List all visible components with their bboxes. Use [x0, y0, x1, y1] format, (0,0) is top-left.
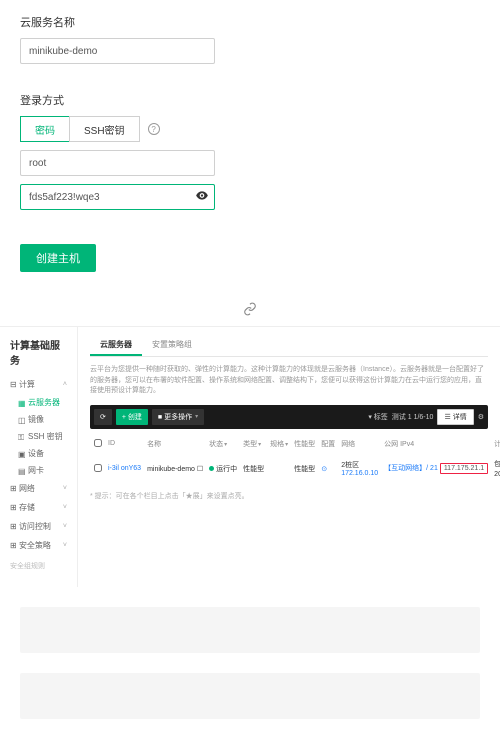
net-ip[interactable]: 172.16.0.10 [341, 470, 378, 477]
instance-table: ID 名称 状态▾ 类型▾ 规格▾ 性能型 配置 网络 公网 IPv4 计费模式… [90, 433, 500, 485]
tab-cloud-server[interactable]: 云服务器 [90, 335, 142, 356]
help-icon[interactable]: ? [148, 123, 160, 135]
th-billing: 计费模式 [492, 435, 500, 453]
billing-mode: 包年包月 [494, 461, 500, 468]
sidebar: 计算基础服务 ⊟ 计算˄ ▦云服务器 ◫镜像 ⚿SSH 密钥 ▣设备 ▤网卡 ⊞… [0, 327, 78, 587]
sidebar-footer: 安全组规则 [0, 555, 77, 577]
filter-tags[interactable]: ▾ 标签 [368, 412, 387, 422]
th-spec: 规格▾ [268, 435, 290, 453]
link-icon [243, 302, 257, 316]
net-name: 2桩区 [341, 462, 359, 469]
sidebar-group-storage[interactable]: ⊞ 存储˅ [0, 498, 77, 517]
config-icon[interactable]: ⊙ [321, 466, 327, 473]
th-id: ID [106, 435, 143, 453]
placeholder-block [20, 607, 480, 653]
description-text: 云平台为您提供一种随时获取的、弹性的计算能力。这种计算能力的体现就是云服务器（I… [90, 365, 488, 397]
service-name-input[interactable] [20, 38, 215, 64]
public-ip: 117.175.21.1 [440, 463, 488, 474]
sidebar-group-network[interactable]: ⊞ 网络˅ [0, 479, 77, 498]
toolbar: ⟳ + 创建 ■ 更多操作▾ ▾ 标签 测试 1 1/6-10 ☰ 详情 ⚙ [90, 405, 488, 429]
sidebar-group-security[interactable]: ⊞ 安全策略˅ [0, 536, 77, 555]
select-all-checkbox[interactable] [94, 439, 102, 447]
row-checkbox[interactable] [94, 464, 102, 472]
service-name-label: 云服务名称 [20, 14, 480, 30]
pager-text: 测试 1 1/6-10 [392, 412, 434, 422]
perf-type: 性能型 [292, 455, 317, 483]
main-panel: 云服务器 安置策略组 云平台为您提供一种随时获取的、弹性的计算能力。这种计算能力… [78, 327, 500, 587]
password-input[interactable] [20, 184, 215, 210]
more-actions-button[interactable]: ■ 更多操作▾ [152, 409, 204, 425]
status-dot-icon [209, 466, 214, 471]
create-host-button[interactable]: 创建主机 [20, 244, 96, 272]
console-panel: 计算基础服务 ⊟ 计算˄ ▦云服务器 ◫镜像 ⚿SSH 密钥 ▣设备 ▤网卡 ⊞… [0, 326, 500, 587]
th-type: 类型▾ [241, 435, 266, 453]
billing-date: 2024-06-22 12:17:00 到期 [494, 471, 500, 478]
sidebar-item-cloud-server[interactable]: ▦云服务器 [0, 394, 77, 411]
username-input[interactable] [20, 150, 215, 176]
table-footnote: * 提示：可在各个栏目上点击「★展」来设置点亮。 [90, 491, 488, 501]
create-button[interactable]: + 创建 [116, 409, 148, 425]
th-perf: 性能型 [292, 435, 317, 453]
sidebar-group-compute[interactable]: ⊟ 计算˄ [0, 375, 77, 394]
th-name: 名称 [145, 435, 205, 453]
eye-icon[interactable] [195, 189, 209, 206]
tab-placement-group[interactable]: 安置策略组 [142, 335, 202, 356]
th-pubip: 公网 IPv4 [382, 435, 490, 453]
th-status: 状态▾ [207, 435, 239, 453]
seg-password[interactable]: 密码 [20, 116, 70, 142]
seg-sshkey[interactable]: SSH密钥 [69, 116, 140, 142]
sidebar-item-images[interactable]: ◫镜像 [0, 411, 77, 428]
pubip-label[interactable]: 【互动网络】/ 21 [384, 465, 438, 472]
detail-button[interactable]: ☰ 详情 [437, 409, 473, 425]
settings-icon[interactable]: ⚙ [478, 413, 484, 421]
table-row[interactable]: i-3il onY63 minikube-demo ☐ 运行中 性能型 性能型 … [92, 455, 500, 483]
th-cfg: 配置 [319, 435, 337, 453]
instance-id[interactable]: i-3il onY63 [108, 465, 141, 472]
sidebar-group-access[interactable]: ⊞ 访问控制˅ [0, 517, 77, 536]
instance-name: minikube-demo [147, 466, 195, 473]
sidebar-title: 计算基础服务 [0, 337, 77, 375]
sidebar-item-nic[interactable]: ▤网卡 [0, 462, 77, 479]
sidebar-item-devices[interactable]: ▣设备 [0, 445, 77, 462]
open-icon[interactable]: ☐ [197, 466, 203, 473]
instance-type: 性能型 [241, 455, 266, 483]
refresh-button[interactable]: ⟳ [94, 409, 112, 425]
placeholder-block [20, 673, 480, 719]
login-method-label: 登录方式 [20, 92, 480, 108]
th-net: 网络 [339, 435, 380, 453]
sidebar-item-ssh-keys[interactable]: ⚿SSH 密钥 [0, 428, 77, 445]
status-text: 运行中 [216, 466, 237, 473]
